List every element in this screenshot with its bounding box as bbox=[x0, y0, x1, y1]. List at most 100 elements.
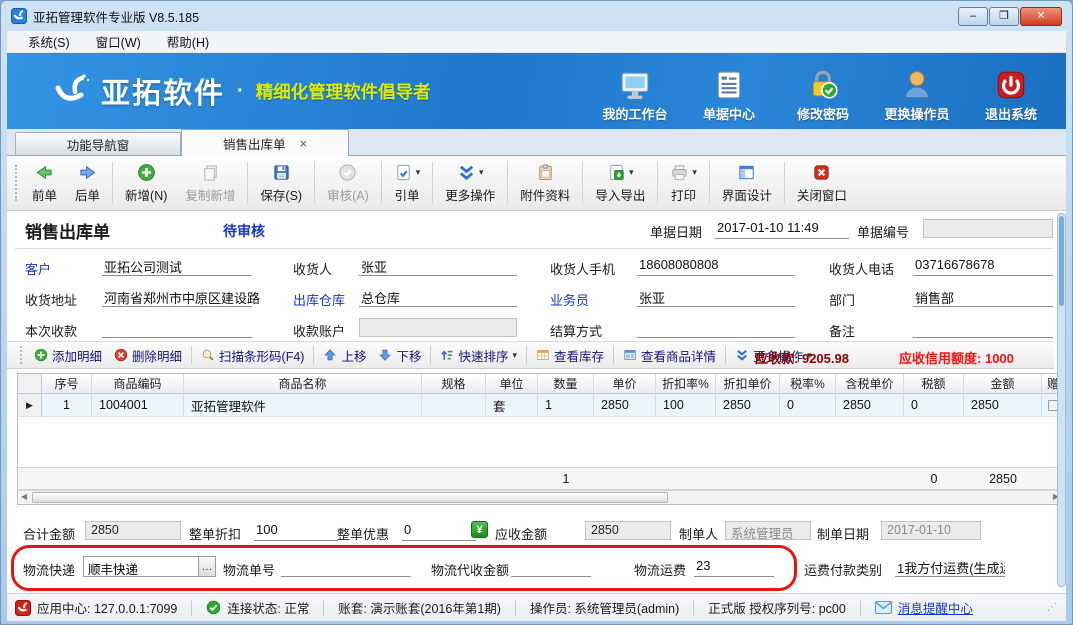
message-center-link[interactable]: 消息提醒中心 bbox=[898, 598, 973, 617]
delete-line-button[interactable]: 删除明细 bbox=[108, 344, 188, 367]
col-name[interactable]: 商品名称 bbox=[184, 374, 422, 394]
scroll-left-icon[interactable]: ◀ bbox=[21, 493, 27, 501]
tab-close-icon[interactable]: × bbox=[299, 137, 307, 150]
view-stock-button[interactable]: 查看库存 bbox=[530, 344, 610, 367]
dept-field[interactable]: 销售部 bbox=[913, 286, 1053, 307]
attachment-button[interactable]: 附件资料 bbox=[511, 159, 579, 207]
resize-grip[interactable]: ⋰ bbox=[1047, 602, 1058, 613]
scrollbar-thumb[interactable] bbox=[1059, 216, 1064, 306]
col-discount-rate[interactable]: 折扣率% bbox=[656, 374, 716, 394]
mobile-field[interactable]: 18608080808 bbox=[637, 255, 795, 276]
col-spec[interactable]: 规格 bbox=[422, 374, 486, 394]
phone-field[interactable]: 03716678678 bbox=[913, 255, 1053, 276]
col-price[interactable]: 单价 bbox=[594, 374, 656, 394]
customer-label[interactable]: 客户 bbox=[25, 259, 51, 278]
doc-date-field[interactable]: 2017-01-10 11:49 bbox=[715, 218, 849, 239]
freight-field[interactable]: 23 bbox=[694, 556, 774, 577]
col-unit[interactable]: 单位 bbox=[486, 374, 538, 394]
move-down-button[interactable]: 下移 bbox=[372, 344, 427, 367]
exit-system-button[interactable]: 退出系统 bbox=[968, 68, 1054, 123]
cell-discount-rate[interactable]: 100 bbox=[656, 394, 716, 417]
warehouse-field[interactable]: 总仓库 bbox=[359, 286, 517, 307]
pull-doc-button[interactable]: ▾ 引单 bbox=[385, 159, 430, 207]
next-icon bbox=[78, 163, 97, 182]
save-button[interactable]: 保存(S) bbox=[251, 159, 311, 207]
print-button[interactable]: ▾ 打印 bbox=[661, 159, 706, 207]
col-discount-price[interactable]: 折扣单价 bbox=[716, 374, 780, 394]
cell-price[interactable]: 2850 bbox=[594, 394, 656, 417]
more-ops-button[interactable]: ▾ 更多操作 bbox=[436, 159, 504, 207]
move-up-button[interactable]: 上移 bbox=[317, 344, 372, 367]
col-tax-rate[interactable]: 税率% bbox=[780, 374, 836, 394]
cell-spec[interactable] bbox=[422, 394, 486, 417]
cell-name[interactable]: 亚拓管理软件 bbox=[184, 394, 422, 417]
payment-field[interactable] bbox=[102, 317, 252, 338]
address-field[interactable]: 河南省郑州市中原区建设路 bbox=[102, 286, 252, 307]
move-down-icon bbox=[378, 348, 392, 362]
switch-operator-button[interactable]: 更换操作员 bbox=[874, 68, 960, 123]
tab-nav-panel[interactable]: 功能导航窗 bbox=[15, 132, 181, 155]
view-product-detail-button[interactable]: 查看商品详情 bbox=[617, 344, 722, 367]
cell-code[interactable]: 1004001 bbox=[92, 394, 184, 417]
change-password-button[interactable]: 修改密码 bbox=[780, 68, 866, 123]
cell-unit[interactable]: 套 bbox=[486, 394, 538, 417]
col-code[interactable]: 商品编码 bbox=[92, 374, 184, 394]
salesman-label[interactable]: 业务员 bbox=[550, 290, 589, 309]
freight-paytype-label: 运费付款类别 bbox=[804, 560, 882, 579]
ui-design-button[interactable]: 界面设计 bbox=[713, 159, 781, 207]
add-button[interactable]: 新增(N) bbox=[116, 159, 176, 207]
workstation-button[interactable]: 我的工作台 bbox=[592, 68, 678, 123]
tab-sales-delivery[interactable]: 销售出库单 × bbox=[181, 129, 349, 156]
menu-system[interactable]: 系统(S) bbox=[15, 31, 83, 53]
col-tax-price[interactable]: 含税单价 bbox=[836, 374, 904, 394]
document-center-button[interactable]: 单据中心 bbox=[686, 68, 772, 123]
maximize-button[interactable]: ❐ bbox=[989, 7, 1019, 26]
minimize-button[interactable]: – bbox=[958, 7, 988, 26]
col-amount[interactable]: 金额 bbox=[964, 374, 1042, 394]
toolbar-drag-handle[interactable] bbox=[15, 165, 19, 201]
prev-doc-button[interactable]: 前单 bbox=[23, 159, 66, 207]
detail-toolbar-drag-handle[interactable] bbox=[20, 346, 23, 364]
remark-field[interactable] bbox=[913, 317, 1053, 338]
warehouse-label[interactable]: 出库仓库 bbox=[293, 290, 345, 309]
express-field[interactable]: 顺丰快递 bbox=[83, 556, 199, 577]
quick-sort-button[interactable]: 快速排序 ▾ bbox=[434, 344, 523, 367]
scrollbar-thumb[interactable] bbox=[32, 492, 668, 503]
copy-add-button[interactable]: 复制新增 bbox=[176, 159, 244, 207]
horizontal-scrollbar[interactable]: ◀ ▶ bbox=[18, 490, 1062, 504]
close-button[interactable]: ✕ bbox=[1020, 7, 1062, 26]
settle-field[interactable] bbox=[637, 317, 795, 338]
express-browse-button[interactable]: … bbox=[199, 556, 216, 577]
whole-discount-field[interactable]: 100 bbox=[254, 520, 338, 541]
customer-field[interactable]: 亚拓公司测试 bbox=[102, 255, 252, 276]
scan-barcode-button[interactable]: 扫描条形码(F4) bbox=[195, 344, 310, 367]
close-window-button[interactable]: 关闭窗口 bbox=[788, 159, 856, 207]
cell-seq[interactable]: 1 bbox=[42, 394, 92, 417]
cell-qty[interactable]: 1 bbox=[538, 394, 594, 417]
account-book: 账套: 演示账套(2016年第1期) bbox=[338, 598, 501, 617]
cell-tax-price[interactable]: 2850 bbox=[836, 394, 904, 417]
document-center-icon bbox=[712, 68, 746, 102]
menu-help[interactable]: 帮助(H) bbox=[154, 31, 222, 53]
consignee-field[interactable]: 张亚 bbox=[359, 255, 517, 276]
vertical-scrollbar[interactable] bbox=[1057, 213, 1066, 587]
operator-info: 操作员: 系统管理员(admin) bbox=[530, 598, 679, 617]
cell-discount-price[interactable]: 2850 bbox=[716, 394, 780, 417]
col-seq[interactable]: 序号 bbox=[42, 374, 92, 394]
import-export-button[interactable]: ▾ 导入导出 bbox=[586, 159, 654, 207]
audit-button[interactable]: 审核(A) bbox=[318, 159, 378, 207]
col-tax[interactable]: 税额 bbox=[904, 374, 964, 394]
track-no-field[interactable] bbox=[281, 556, 411, 577]
cell-amount[interactable]: 2850 bbox=[964, 394, 1042, 417]
cod-field[interactable] bbox=[511, 556, 591, 577]
add-line-button[interactable]: 添加明细 bbox=[28, 344, 108, 367]
salesman-field[interactable]: 张亚 bbox=[637, 286, 795, 307]
cell-tax[interactable]: 0 bbox=[904, 394, 964, 417]
add-icon bbox=[137, 163, 156, 182]
col-qty[interactable]: 数量 bbox=[538, 374, 594, 394]
cell-tax-rate[interactable]: 0 bbox=[780, 394, 836, 417]
menu-window[interactable]: 窗口(W) bbox=[83, 31, 154, 53]
whole-promo-field[interactable]: 0 bbox=[402, 520, 476, 541]
next-doc-button[interactable]: 后单 bbox=[66, 159, 109, 207]
freight-paytype-field[interactable]: 1我方付运费(生成运 bbox=[895, 556, 1005, 577]
